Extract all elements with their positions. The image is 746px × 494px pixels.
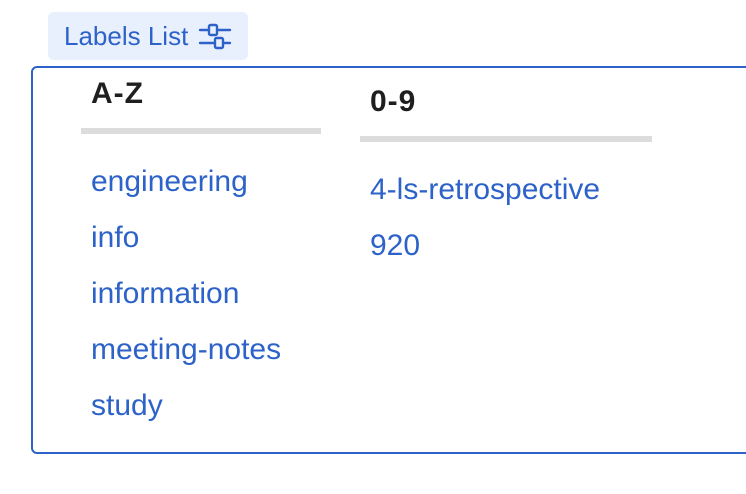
labels-list-button[interactable]: Labels List <box>48 12 249 60</box>
column-heading-a-z: A-Z <box>91 77 144 110</box>
column-divider <box>360 136 652 142</box>
label-link-info[interactable]: info <box>91 210 321 266</box>
label-link-information[interactable]: information <box>91 266 321 322</box>
label-link-4-ls-retrospective[interactable]: 4-ls-retrospective <box>370 162 652 218</box>
label-link-engineering[interactable]: engineering <box>91 154 321 210</box>
label-link-920[interactable]: 920 <box>370 218 652 274</box>
labels-panel: A-Z engineering info information meeting… <box>31 66 746 454</box>
label-list-a-z: engineering info information meeting-not… <box>81 154 321 434</box>
column-heading-0-9: 0-9 <box>370 85 417 118</box>
label-link-study[interactable]: study <box>91 378 321 434</box>
column-divider <box>81 128 321 134</box>
labels-list-button-label: Labels List <box>64 20 189 51</box>
label-link-meeting-notes[interactable]: meeting-notes <box>91 322 321 378</box>
label-list-0-9: 4-ls-retrospective 920 <box>360 162 652 274</box>
column-0-9: 0-9 4-ls-retrospective 920 <box>360 82 652 274</box>
column-a-z: A-Z engineering info information meeting… <box>81 74 321 434</box>
labels-widget: Labels List A-Z engineering info informa… <box>0 0 746 494</box>
sliders-icon <box>198 21 232 51</box>
